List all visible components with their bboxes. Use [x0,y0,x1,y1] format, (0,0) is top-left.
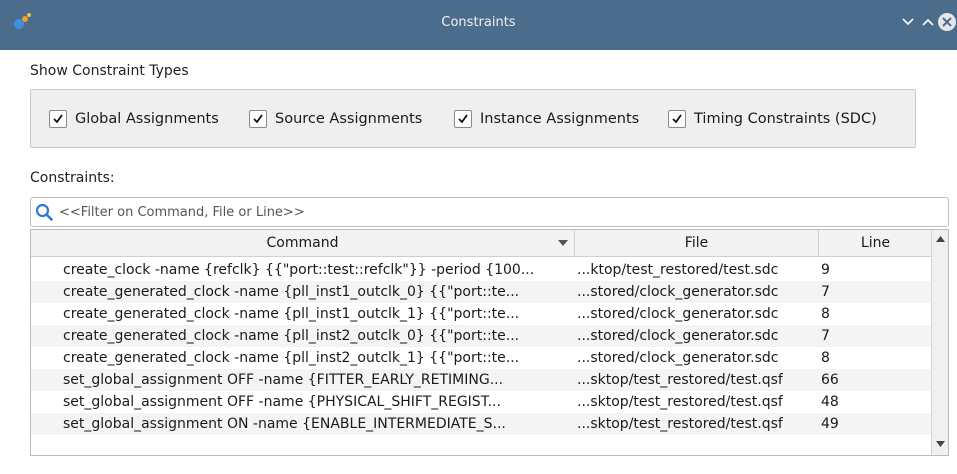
table-row[interactable]: set_global_assignment ON -name {ENABLE_I… [31,413,932,435]
checkbox-global-assignments[interactable]: Global Assignments [49,108,219,130]
cell-file: ...sktop/test_restored/test.qsf [577,394,783,410]
show-constraint-types-heading: Show Constraint Types [30,63,189,79]
table-row[interactable]: create_generated_clock -name {pll_inst2_… [31,325,932,347]
cell-command: set_global_assignment OFF -name {FITTER_… [63,372,504,388]
table-header: Command File Line [31,230,932,257]
constraints-heading: Constraints: [30,170,115,186]
checkbox-instance-assignments[interactable]: Instance Assignments [454,108,639,130]
table-row[interactable]: set_global_assignment OFF -name {FITTER_… [31,369,932,391]
cell-file: ...stored/clock_generator.sdc [577,350,779,366]
cell-line: 66 [821,372,839,388]
checkmark-icon [53,114,63,124]
table-row[interactable]: create_generated_clock -name {pll_inst1_… [31,303,932,325]
cell-line: 7 [821,328,830,344]
maximize-button[interactable] [918,12,938,32]
search-icon [35,203,53,221]
cell-command: create_generated_clock -name {pll_inst2_… [63,328,520,344]
sort-desc-icon[interactable] [558,240,568,247]
filter-input[interactable] [59,204,919,220]
checkbox-box[interactable] [454,110,472,128]
column-header-file[interactable]: File [575,230,819,257]
checkbox-source-assignments[interactable]: Source Assignments [249,108,422,130]
column-header-command[interactable]: Command [31,230,575,257]
column-header-label: Command [266,235,339,251]
scroll-up-arrow-icon [936,236,945,242]
column-header-label: File [684,235,709,251]
chevron-down-icon [902,18,914,26]
checkbox-label: Source Assignments [275,111,423,127]
chevron-up-icon [922,18,934,26]
checkmark-icon [253,114,263,124]
window-title: Constraints [441,15,516,30]
table-row[interactable]: set_global_assignment OFF -name {PHYSICA… [31,391,932,413]
cell-command: create_clock -name {refclk} {{"port::tes… [63,262,535,278]
cell-line: 48 [821,394,839,410]
table-row[interactable]: create_generated_clock -name {pll_inst2_… [31,347,932,369]
checkbox-box[interactable] [49,110,67,128]
scroll-down-arrow-icon [936,441,945,447]
checkbox-label: Timing Constraints (SDC) [694,111,877,127]
checkbox-timing-constraints[interactable]: Timing Constraints (SDC) [668,108,877,130]
column-header-line[interactable]: Line [819,230,932,257]
cell-command: set_global_assignment ON -name {ENABLE_I… [63,416,506,432]
scroll-up-button[interactable] [932,231,948,247]
cell-file: ...stored/clock_generator.sdc [577,328,779,344]
cell-file: ...ktop/test_restored/test.sdc [577,262,779,278]
checkbox-box[interactable] [668,110,686,128]
vertical-scrollbar[interactable] [931,230,948,455]
filter-field[interactable] [30,197,949,227]
cell-command: create_generated_clock -name {pll_inst1_… [63,284,520,300]
cell-file: ...sktop/test_restored/test.qsf [577,372,783,388]
scrollbar-thumb[interactable] [934,260,946,282]
checkmark-icon [458,114,468,124]
constraint-types-group: Global Assignments Source Assignments In… [30,89,916,148]
checkbox-label: Global Assignments [75,111,219,127]
title-bar: Constraints [0,0,957,50]
cell-file: ...stored/clock_generator.sdc [577,306,779,322]
cell-line: 9 [821,262,830,278]
cell-command: create_generated_clock -name {pll_inst2_… [63,350,520,366]
scroll-down-button[interactable] [932,436,948,452]
cell-line: 49 [821,416,839,432]
cell-command: create_generated_clock -name {pll_inst1_… [63,306,520,322]
cell-command: set_global_assignment OFF -name {PHYSICA… [63,394,501,410]
constraints-table: Command File Line create_clock -name {re… [30,229,949,456]
cell-line: 8 [821,350,830,366]
checkmark-icon [672,114,682,124]
close-button[interactable] [937,12,957,32]
checkbox-label: Instance Assignments [480,111,640,127]
checkbox-box[interactable] [249,110,267,128]
table-row[interactable]: create_clock -name {refclk} {{"port::tes… [31,259,932,281]
cell-line: 7 [821,284,830,300]
column-header-label: Line [860,235,891,251]
cell-file: ...stored/clock_generator.sdc [577,284,779,300]
minimize-button[interactable] [898,12,918,32]
cell-line: 8 [821,306,830,322]
close-icon [938,13,956,31]
table-row[interactable]: create_generated_clock -name {pll_inst1_… [31,281,932,303]
cell-file: ...sktop/test_restored/test.qsf [577,416,783,432]
